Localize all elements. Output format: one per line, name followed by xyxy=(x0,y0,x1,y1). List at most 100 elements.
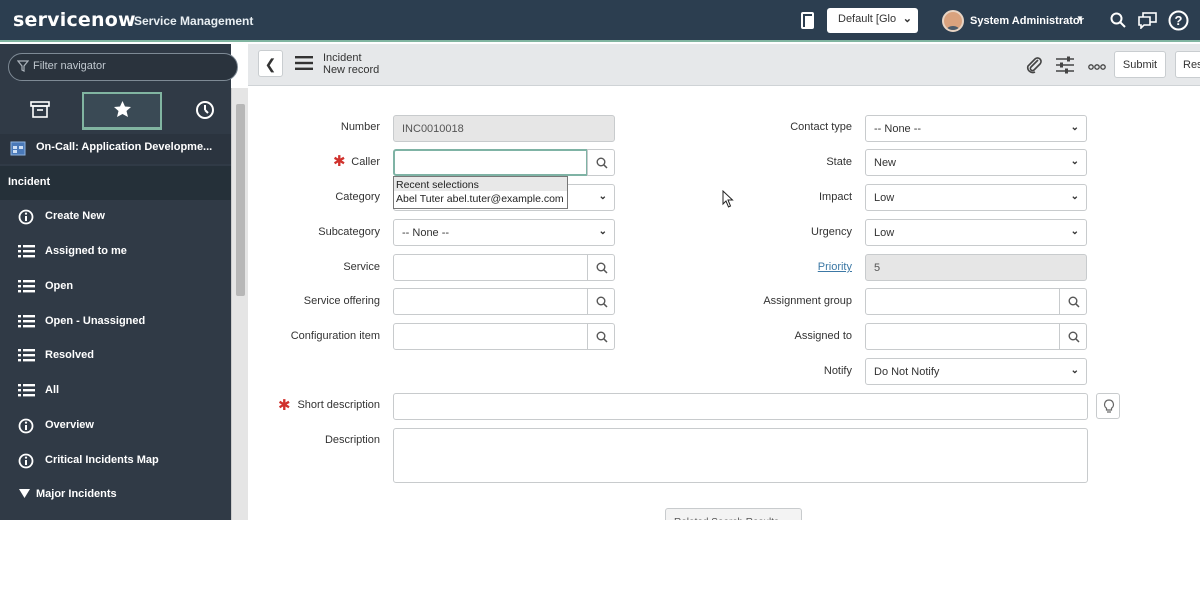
caller-autocomplete[interactable]: Recent selections Abel Tuter abel.tuter@… xyxy=(393,176,568,209)
sidebar-item-assigned-to-me[interactable]: Assigned to me xyxy=(0,235,231,269)
list-icon xyxy=(18,244,35,262)
sidebar-item-critical-incidents-map[interactable]: Critical Incidents Map xyxy=(0,444,231,478)
service-offering-lookup-button[interactable] xyxy=(587,288,615,315)
label-service: Service xyxy=(343,261,380,273)
description-textarea[interactable] xyxy=(393,428,1088,483)
document-icon[interactable] xyxy=(800,11,816,33)
caller-field[interactable] xyxy=(393,149,588,176)
label-configuration-item: Configuration item xyxy=(290,330,380,342)
assignment-group-lookup-button[interactable] xyxy=(1059,288,1087,315)
form-title: Incident New record xyxy=(323,52,379,76)
scrollbar-thumb[interactable] xyxy=(236,104,245,296)
sidebar-item-label: Resolved xyxy=(45,349,94,361)
tab-all-apps[interactable] xyxy=(0,92,80,130)
list-icon xyxy=(18,314,35,332)
related-search-results-button[interactable]: Related Search Results xyxy=(665,508,802,520)
more-options-icon[interactable] xyxy=(1088,61,1106,73)
domain-select[interactable]: Default [Glo ⌄ xyxy=(827,8,918,33)
lightbulb-icon xyxy=(1103,399,1115,413)
short-description-field[interactable] xyxy=(393,393,1088,420)
chevron-down-icon: ⌄ xyxy=(1070,365,1079,376)
list-icon xyxy=(18,348,35,366)
chevron-down-icon: ⌄ xyxy=(1070,122,1079,133)
sidebar-item-label: Overview xyxy=(45,419,94,431)
impact-select[interactable]: Low ⌄ xyxy=(865,184,1087,211)
subcategory-value: -- None -- xyxy=(402,227,450,239)
notify-select[interactable]: Do Not Notify ⌄ xyxy=(865,358,1087,385)
section-incident[interactable]: Incident xyxy=(0,166,231,200)
navigator-tabs xyxy=(0,92,231,130)
sidebar-item-label: Open - Unassigned xyxy=(45,315,146,327)
sidebar-item-label: Create New xyxy=(45,210,105,222)
search-icon xyxy=(1068,296,1080,308)
chevron-down-icon: ⌄ xyxy=(1070,156,1079,167)
favorite-oncall-item[interactable]: On-Call: Application Developme... xyxy=(0,134,231,164)
autocomplete-header: Recent selections xyxy=(394,177,567,191)
paperclip-icon[interactable] xyxy=(1025,56,1043,77)
sidebar-item-label: Assigned to me xyxy=(45,245,127,257)
subcategory-select[interactable]: -- None -- ⌄ xyxy=(393,219,615,246)
label-caller: Caller xyxy=(351,156,380,168)
required-marker: ✱ xyxy=(333,153,346,170)
contact-type-select[interactable]: -- None -- ⌄ xyxy=(865,115,1087,142)
submit-button[interactable]: Submit xyxy=(1114,51,1166,78)
star-icon xyxy=(113,100,132,121)
search-icon[interactable] xyxy=(1110,12,1126,31)
sliders-icon[interactable] xyxy=(1056,56,1074,77)
chevron-down-icon: ⌄ xyxy=(598,191,607,202)
label-category: Category xyxy=(335,191,380,203)
label-number: Number xyxy=(340,121,380,133)
suggestion-button[interactable] xyxy=(1096,393,1120,419)
sidebar-scrollbar[interactable] xyxy=(231,88,248,520)
sidebar-item-major-incidents[interactable]: Major Incidents xyxy=(0,478,231,512)
tab-favorites[interactable] xyxy=(82,92,162,130)
caret-down-icon[interactable]: ▼ xyxy=(1076,14,1084,23)
chevron-down-icon: ⌄ xyxy=(1070,191,1079,202)
sidebar-item-label: All xyxy=(45,384,60,396)
info-icon xyxy=(18,209,34,228)
configuration-item-field[interactable] xyxy=(393,323,588,350)
search-icon xyxy=(596,157,608,169)
user-name[interactable]: System Administrator xyxy=(970,15,1084,27)
avatar[interactable] xyxy=(942,10,964,32)
sidebar-item-open[interactable]: Open xyxy=(0,270,231,304)
chevron-down-icon: ⌄ xyxy=(902,13,912,25)
assigned-to-field[interactable] xyxy=(865,323,1060,350)
service-lookup-button[interactable] xyxy=(587,254,615,281)
sidebar-item-overview[interactable]: Overview xyxy=(0,409,231,443)
resolve-button[interactable]: Reso xyxy=(1175,51,1200,78)
search-icon xyxy=(596,262,608,274)
search-icon xyxy=(1068,331,1080,343)
svg-text:?: ? xyxy=(1175,13,1183,28)
chat-icon[interactable] xyxy=(1138,12,1157,32)
state-select[interactable]: New ⌄ xyxy=(865,149,1087,176)
label-contact-type: Contact type xyxy=(790,121,852,133)
sidebar-item-resolved[interactable]: Resolved xyxy=(0,339,231,373)
servicenow-logo[interactable]: servicenow xyxy=(13,9,136,31)
help-icon[interactable]: ? xyxy=(1168,10,1189,34)
filter-navigator[interactable] xyxy=(8,53,238,81)
assignment-group-field[interactable] xyxy=(865,288,1060,315)
triangle-down-icon xyxy=(19,489,30,501)
autocomplete-item[interactable]: Abel Tuter abel.tuter@example.com xyxy=(394,191,567,208)
service-offering-field[interactable] xyxy=(393,288,588,315)
search-icon xyxy=(596,296,608,308)
list-icon xyxy=(18,279,35,297)
urgency-select[interactable]: Low ⌄ xyxy=(865,219,1087,246)
configuration-item-lookup-button[interactable] xyxy=(587,323,615,350)
form-record-status: New record xyxy=(323,64,380,76)
filter-input[interactable] xyxy=(33,60,223,72)
menu-icon[interactable] xyxy=(295,56,313,73)
caller-lookup-button[interactable] xyxy=(587,149,615,176)
back-button[interactable]: ❮ xyxy=(258,50,283,77)
sidebar-item-open-unassigned[interactable]: Open - Unassigned xyxy=(0,305,231,339)
sidebar-item-create-new[interactable]: Create New xyxy=(0,200,231,234)
label-subcategory: Subcategory xyxy=(318,226,380,238)
chevron-down-icon: ⌄ xyxy=(598,226,607,237)
label-service-offering: Service offering xyxy=(303,295,380,307)
service-field[interactable] xyxy=(393,254,588,281)
sidebar-item-label: Major Incidents xyxy=(36,488,117,500)
priority-link[interactable]: Priority xyxy=(818,261,852,273)
sidebar-item-all[interactable]: All xyxy=(0,374,231,408)
assigned-to-lookup-button[interactable] xyxy=(1059,323,1087,350)
